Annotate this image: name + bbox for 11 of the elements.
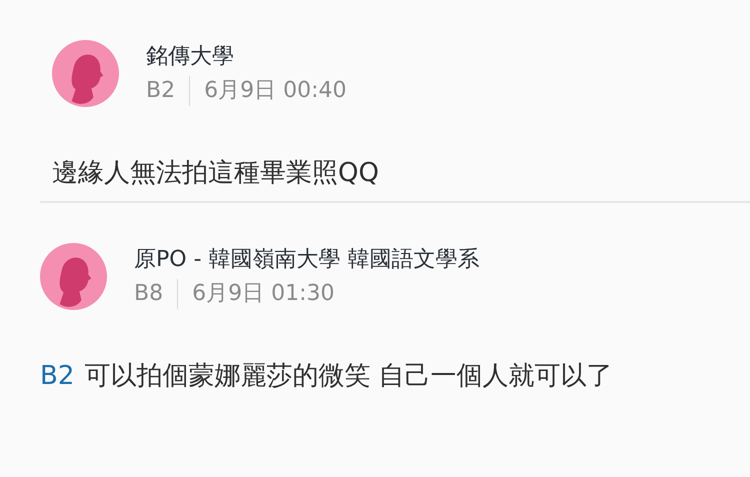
avatar-icon [52,40,119,107]
author-name[interactable]: 銘傳大學 [146,42,346,72]
author-name[interactable]: 原PO - 韓國嶺南大學 韓國語文學系 [134,244,480,274]
post-time: 6月9日 01:30 [192,280,334,308]
post-time: 6月9日 00:40 [204,76,346,104]
floor-mention-link[interactable]: B2 [40,361,74,391]
comment-text: 可以拍個蒙娜麗莎的微笑 自己一個人就可以了 [84,361,613,391]
comment-text: 邊緣人無法拍這種畢業照QQ [52,158,379,188]
avatar-icon [40,243,107,310]
floor-number: B2 [146,76,176,104]
floor-number: B8 [134,280,164,308]
